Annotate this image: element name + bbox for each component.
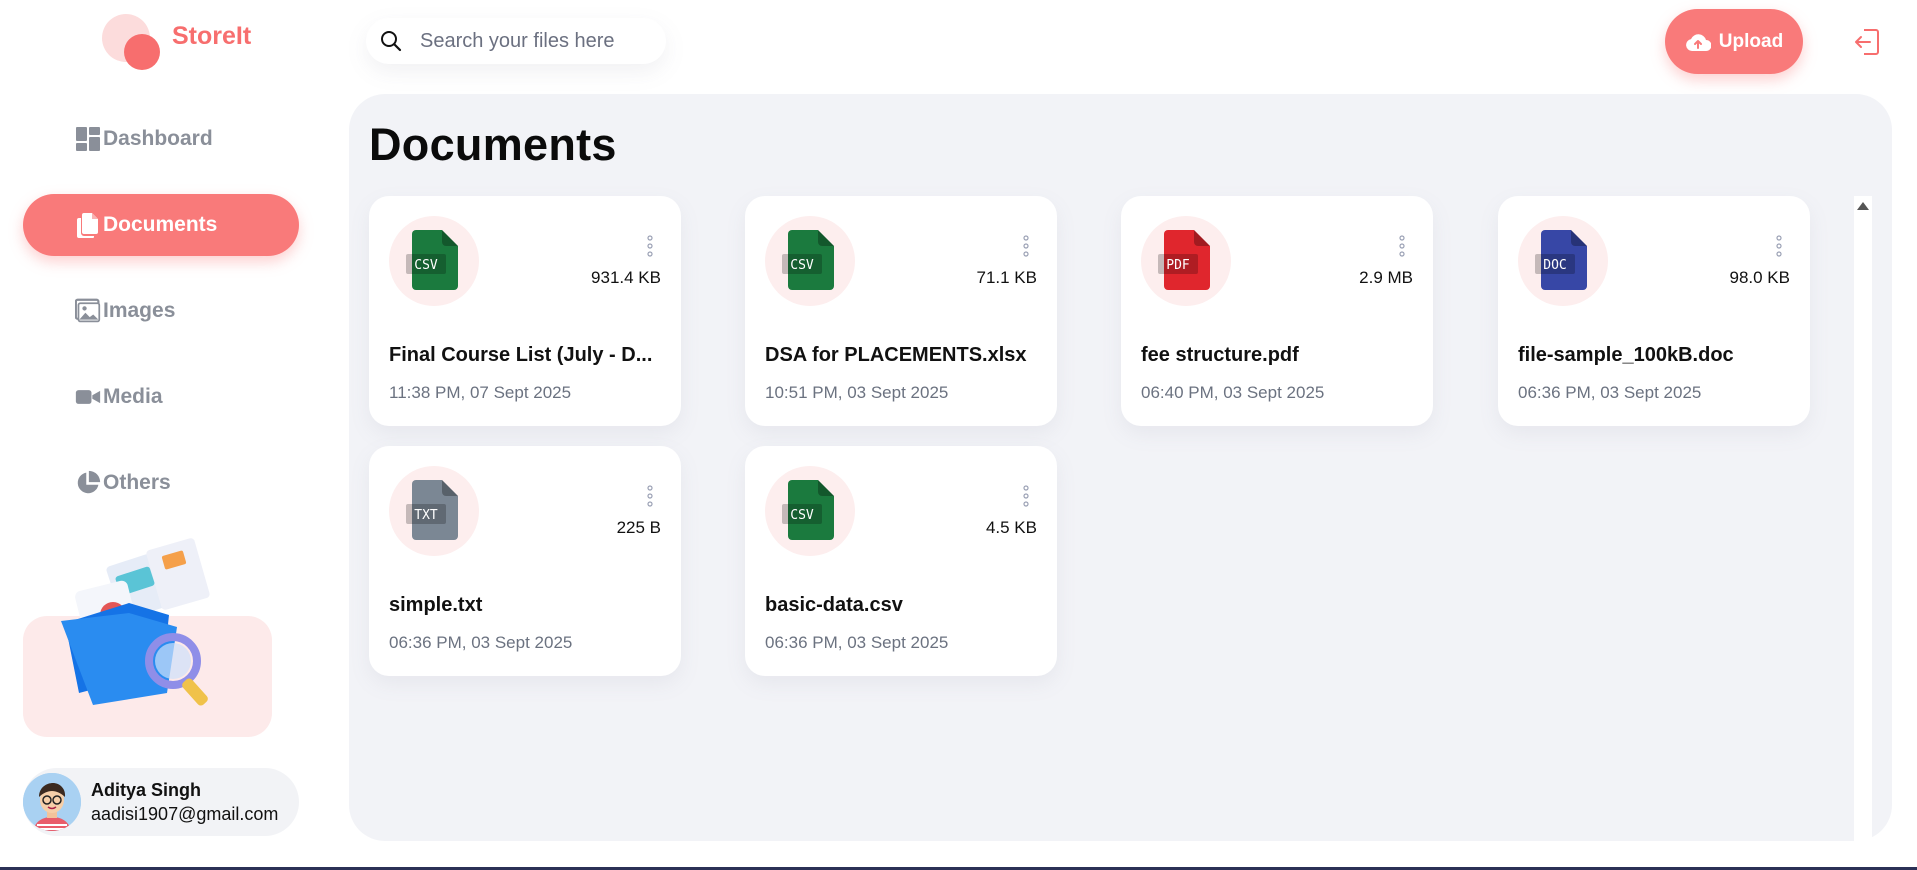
avatar xyxy=(23,773,81,831)
svg-text:PDF: PDF xyxy=(1166,258,1190,273)
sidebar-item-label: Media xyxy=(103,385,163,408)
file-date: 06:36 PM, 03 Sept 2025 xyxy=(389,633,573,652)
file-date: 06:36 PM, 03 Sept 2025 xyxy=(1518,383,1702,402)
file-thumbnail: CSV xyxy=(765,466,855,556)
sidebar-item-media[interactable]: Media xyxy=(23,366,299,428)
sidebar-item-dashboard[interactable]: Dashboard xyxy=(23,108,299,170)
file-thumbnail: TXT xyxy=(389,466,479,556)
app-logo[interactable]: StoreIt xyxy=(102,14,251,70)
svg-text:CSV: CSV xyxy=(790,508,814,523)
main-content: Documents CSV 931.4 KB Final Course List (… xyxy=(349,94,1892,841)
file-thumbnail: PDF xyxy=(1141,216,1231,306)
pdf-file-icon: PDF xyxy=(1158,230,1210,290)
file-card[interactable]: PDF 2.9 MB fee structure.pdf 06:40 PM, 03 S… xyxy=(1121,196,1433,426)
others-icon xyxy=(75,470,101,496)
app-name: StoreIt xyxy=(172,21,252,50)
file-size: 71.1 KB xyxy=(976,268,1038,287)
file-date: 10:51 PM, 03 Sept 2025 xyxy=(765,383,949,402)
more-options-icon[interactable] xyxy=(645,234,655,258)
file-size: 98.0 KB xyxy=(1729,268,1791,287)
svg-text:CSV: CSV xyxy=(790,258,814,273)
file-name[interactable]: DSA for PLACEMENTS.xlsx xyxy=(765,344,1045,367)
svg-text:CSV: CSV xyxy=(414,258,438,273)
file-thumbnail: CSV xyxy=(389,216,479,306)
media-icon xyxy=(75,384,101,410)
page-title: Documents xyxy=(369,119,617,170)
sidebar-item-label: Images xyxy=(103,299,176,322)
logo-icon xyxy=(102,14,162,70)
file-name[interactable]: fee structure.pdf xyxy=(1141,344,1421,367)
file-size: 931.4 KB xyxy=(591,268,661,287)
file-card[interactable]: TXT 225 B simple.txt 06:36 PM, 03 Sept 2025 xyxy=(369,446,681,676)
more-options-icon[interactable] xyxy=(1774,234,1784,258)
user-email: aadisi1907@gmail.com xyxy=(91,803,279,824)
more-options-icon[interactable] xyxy=(1021,484,1031,508)
user-name: Aditya Singh xyxy=(91,779,202,800)
file-card[interactable]: DOC 98.0 KB file-sample_100kB.doc 06:36 PM,… xyxy=(1498,196,1810,426)
svg-text:TXT: TXT xyxy=(414,508,438,523)
sidebar-item-label: Others xyxy=(103,471,171,494)
sidebar-item-label: Documents xyxy=(103,213,218,236)
file-card[interactable]: CSV 71.1 KB DSA for PLACEMENTS.xlsx 10:51 P… xyxy=(745,196,1057,426)
upload-label: Upload xyxy=(1718,30,1784,52)
search-input[interactable] xyxy=(420,29,660,53)
csv-file-icon: CSV xyxy=(782,230,834,290)
file-date: 06:36 PM, 03 Sept 2025 xyxy=(765,633,949,652)
more-options-icon[interactable] xyxy=(1021,234,1031,258)
txt-file-icon: TXT xyxy=(406,480,458,540)
file-name[interactable]: simple.txt xyxy=(389,594,669,617)
file-name[interactable]: file-sample_100kB.doc xyxy=(1518,344,1798,367)
file-thumbnail: CSV xyxy=(765,216,855,306)
scroll-up-arrow-icon[interactable] xyxy=(1857,202,1869,210)
scrollbar[interactable] xyxy=(1854,196,1872,841)
documents-icon xyxy=(75,212,101,238)
file-thumbnail: DOC xyxy=(1518,216,1608,306)
sidebar-item-images[interactable]: Images xyxy=(23,280,299,342)
csv-file-icon: CSV xyxy=(782,480,834,540)
sidebar-item-label: Dashboard xyxy=(103,127,213,150)
file-name[interactable]: Final Course List (July - D... xyxy=(389,344,669,367)
logout-icon[interactable] xyxy=(1852,27,1882,57)
file-date: 06:40 PM, 03 Sept 2025 xyxy=(1141,383,1325,402)
file-card[interactable]: CSV 931.4 KB Final Course List (July - D..… xyxy=(369,196,681,426)
folder-search-illustration xyxy=(61,538,210,706)
doc-file-icon: DOC xyxy=(1535,230,1587,290)
file-date: 11:38 PM, 07 Sept 2025 xyxy=(389,383,572,402)
dashboard-icon xyxy=(75,126,101,152)
cloud-upload-icon xyxy=(1685,33,1711,51)
sidebar-nav: Dashboard Documents Images Media Others xyxy=(23,108,299,538)
csv-file-icon: CSV xyxy=(406,230,458,290)
images-icon xyxy=(75,298,101,324)
user-info: Aditya Singh aadisi1907@gmail.com xyxy=(91,780,278,825)
file-size: 2.9 MB xyxy=(1359,268,1413,287)
more-options-icon[interactable] xyxy=(1397,234,1407,258)
user-profile[interactable]: Aditya Singh aadisi1907@gmail.com xyxy=(23,768,299,836)
sidebar-item-documents[interactable]: Documents xyxy=(23,194,299,256)
svg-text:DOC: DOC xyxy=(1543,258,1566,273)
sidebar: StoreIt Dashboard Documents Images Media xyxy=(0,0,330,870)
file-size: 4.5 KB xyxy=(985,518,1037,537)
more-options-icon[interactable] xyxy=(645,484,655,508)
sidebar-item-others[interactable]: Others xyxy=(23,452,299,514)
file-name[interactable]: basic-data.csv xyxy=(765,594,1045,617)
search-bar xyxy=(366,18,666,64)
search-icon xyxy=(381,31,402,52)
file-card[interactable]: CSV 4.5 KB basic-data.csv 06:36 PM, 03 Sept… xyxy=(745,446,1057,676)
upload-button[interactable]: Upload xyxy=(1665,9,1803,74)
file-size: 225 B xyxy=(616,518,661,537)
